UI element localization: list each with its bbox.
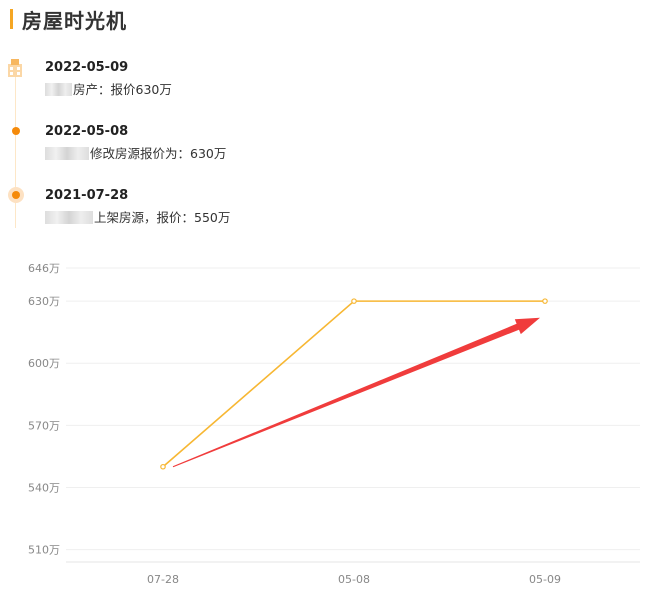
y-tick-label: 600万 (28, 357, 60, 370)
data-point (160, 463, 166, 470)
y-tick-label: 630万 (28, 295, 60, 308)
timeline-date: 2022-05-08 (45, 124, 129, 139)
x-tick-label: 05-09 (529, 573, 561, 586)
masked-text (45, 211, 93, 224)
x-tick-label: 05-08 (338, 573, 370, 586)
timeline-dot-current (12, 191, 20, 199)
timeline-description: 修改房源报价为：630万 (45, 143, 226, 162)
timeline-date: 2022-05-09 (45, 60, 129, 75)
page-title: 房屋时光机 (22, 8, 127, 33)
masked-text (45, 147, 89, 160)
house-icon (8, 59, 22, 77)
data-point (351, 298, 357, 304)
timeline-description: 上架房源，报价：550万 (45, 207, 230, 226)
series-line (162, 300, 545, 468)
masked-text (45, 83, 72, 96)
timeline-description: 房产：报价630万 (45, 79, 172, 98)
section-header: 房屋时光机 (10, 6, 127, 33)
price-chart: 510万 540万 570万 600万 630万 646万 07-28 05-08 05-09 (28, 262, 640, 586)
data-point (542, 298, 548, 304)
timeline-date: 2021-07-28 (45, 188, 129, 203)
annotation-arrow (172, 317, 541, 468)
timeline-dot (12, 127, 20, 135)
title-accent-bar (10, 9, 13, 29)
y-tick-label: 540万 (28, 481, 60, 494)
y-tick-label: 646万 (28, 262, 60, 275)
y-tick-label: 570万 (28, 419, 60, 432)
x-tick-label: 07-28 (147, 573, 179, 586)
y-tick-label: 510万 (28, 544, 60, 557)
timeline-line (15, 68, 16, 228)
price-timeline: 2022-05-09 房产：报价630万 2022-05-08 修改房源报价为：… (0, 52, 659, 232)
